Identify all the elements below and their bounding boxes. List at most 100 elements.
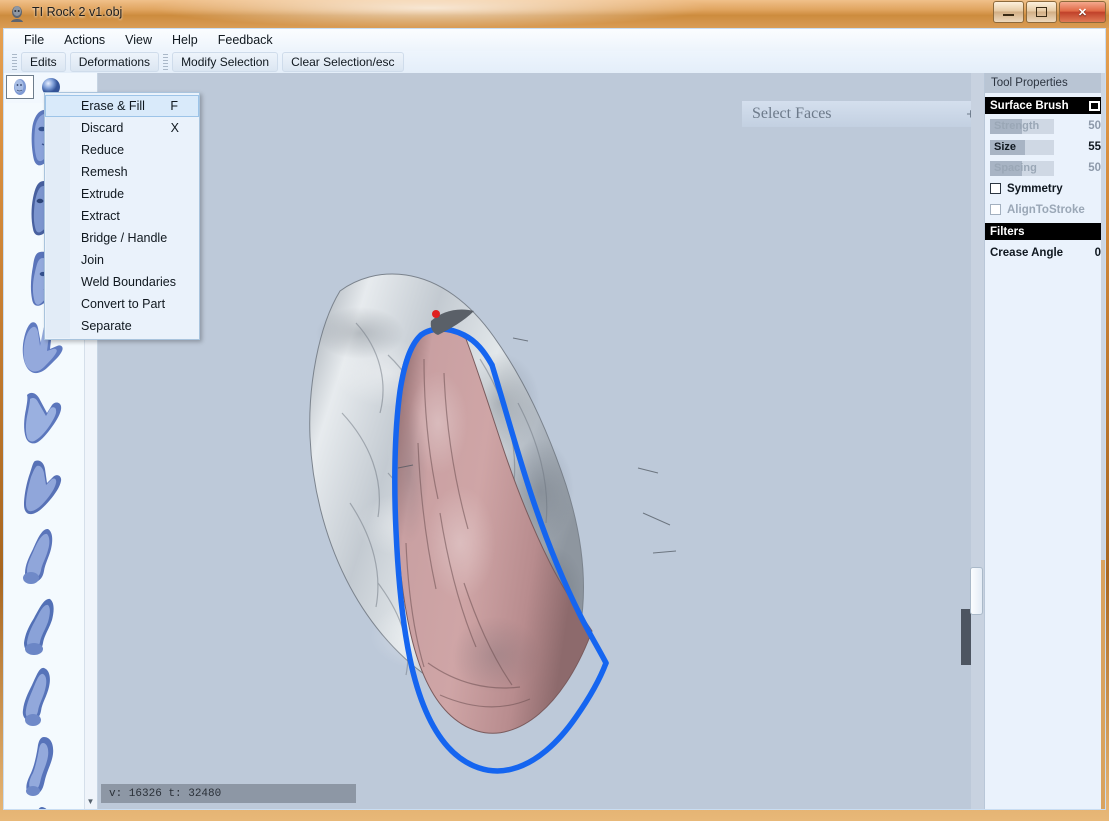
toolbar-clear-selection-button[interactable]: Clear Selection/esc	[282, 52, 403, 72]
sidebar-tab-model[interactable]	[6, 75, 34, 99]
menu-item-label: Remesh	[81, 165, 128, 179]
titlebar-glow	[150, 0, 710, 28]
surface-brush-toggle-icon[interactable]	[1089, 101, 1100, 111]
menu-file[interactable]: File	[14, 31, 54, 49]
menu-item-discard[interactable]: Discard X	[45, 117, 199, 139]
property-row-strength[interactable]: Strength 50	[985, 117, 1105, 135]
spacing-slider[interactable]: Spacing	[990, 161, 1054, 176]
surface-brush-label: Surface Brush	[990, 100, 1069, 112]
menu-item-label: Reduce	[81, 143, 124, 157]
toolbar-grip-2[interactable]	[163, 54, 168, 70]
select-faces-overlay[interactable]: Select Faces +	[742, 101, 984, 127]
menu-item-extract[interactable]: Extract	[45, 205, 199, 227]
maximize-button[interactable]	[1026, 1, 1057, 23]
menu-help[interactable]: Help	[162, 31, 208, 49]
symmetry-checkbox[interactable]	[990, 183, 1001, 194]
marker-dot	[432, 310, 440, 318]
foot-model-icon	[14, 665, 74, 731]
status-bar: v: 16326 t: 32480	[101, 784, 356, 803]
aligntostroke-label: AlignToStroke	[1007, 204, 1085, 216]
viewport-scroll-dark-segment	[961, 609, 971, 665]
menu-item-label: Join	[81, 253, 104, 267]
list-item[interactable]	[4, 593, 84, 663]
menu-item-bridge-handle[interactable]: Bridge / Handle	[45, 227, 199, 249]
strength-slider[interactable]: Strength	[990, 119, 1054, 134]
tool-properties-title: Tool Properties	[991, 77, 1068, 89]
hand-model-icon	[13, 455, 75, 521]
spacing-label: Spacing	[994, 162, 1037, 174]
strength-label: Strength	[994, 120, 1039, 132]
close-button[interactable]: ✕	[1059, 1, 1106, 23]
toolbar-grip[interactable]	[12, 54, 17, 70]
menu-item-erase-and-fill[interactable]: Erase & Fill F	[45, 95, 199, 117]
section-header-surface-brush[interactable]: Surface Brush	[985, 97, 1105, 114]
menu-item-join[interactable]: Join	[45, 249, 199, 271]
menu-item-label: Extrude	[81, 187, 124, 201]
minimize-button[interactable]	[993, 1, 1024, 23]
property-row-size[interactable]: Size 55	[985, 138, 1105, 156]
list-item[interactable]	[4, 383, 84, 453]
menu-item-label: Discard	[81, 121, 123, 135]
menu-item-weld-boundaries[interactable]: Weld Boundaries	[45, 271, 199, 293]
tool-properties-panel: Tool Properties Surface Brush Strength 5…	[984, 73, 1105, 810]
sidebar-scroll-down-arrow[interactable]: ▼	[84, 793, 97, 809]
checkbox-row-symmetry[interactable]: Symmetry	[985, 179, 1105, 198]
menu-bar: File Actions View Help Feedback	[4, 29, 1105, 51]
list-item[interactable]	[4, 453, 84, 523]
menu-item-label: Erase & Fill	[81, 99, 145, 113]
panel-edge-strip	[1101, 73, 1105, 810]
symmetry-label: Symmetry	[1007, 183, 1063, 195]
menu-item-label: Bridge / Handle	[81, 231, 167, 245]
app-icon	[8, 5, 26, 23]
hand-model-icon	[13, 385, 75, 451]
viewport-scrollbar-thumb[interactable]	[970, 567, 983, 615]
menu-actions[interactable]: Actions	[54, 31, 115, 49]
menu-item-label: Convert to Part	[81, 297, 165, 311]
toolbar-deformations-button[interactable]: Deformations	[70, 52, 159, 72]
aligntostroke-checkbox[interactable]	[990, 204, 1001, 215]
menu-item-separate[interactable]: Separate	[45, 315, 199, 337]
menu-item-reduce[interactable]: Reduce	[45, 139, 199, 161]
crease-angle-value: 0	[1077, 247, 1101, 259]
viewport-scrollbar-track[interactable]	[971, 73, 984, 810]
size-label: Size	[994, 141, 1016, 153]
edits-dropdown-menu[interactable]: Erase & Fill F Discard X Reduce Remesh E…	[44, 92, 200, 340]
list-item[interactable]	[4, 803, 84, 810]
window-title: TI Rock 2 v1.obj	[32, 5, 122, 19]
menu-item-label: Weld Boundaries	[81, 275, 176, 289]
leg-model-icon	[18, 735, 70, 801]
client-area: File Actions View Help Feedback Edits De…	[3, 28, 1106, 810]
filters-label: Filters	[990, 226, 1025, 238]
list-item[interactable]	[4, 733, 84, 803]
checkbox-row-aligntostroke[interactable]: AlignToStroke	[985, 200, 1105, 219]
tool-bar: Edits Deformations Modify Selection Clea…	[4, 51, 1105, 73]
toolbar-modify-selection-button[interactable]: Modify Selection	[172, 52, 278, 72]
foot-model-icon	[14, 595, 74, 661]
section-header-filters[interactable]: Filters	[985, 223, 1105, 240]
size-value: 55	[1077, 141, 1101, 153]
menu-view[interactable]: View	[115, 31, 162, 49]
size-slider[interactable]: Size	[990, 140, 1054, 155]
menu-item-remesh[interactable]: Remesh	[45, 161, 199, 183]
foot-model-icon	[14, 525, 74, 591]
menu-item-extrude[interactable]: Extrude	[45, 183, 199, 205]
tool-properties-header: Tool Properties	[985, 73, 1105, 93]
title-bar: TI Rock 2 v1.obj ✕	[0, 0, 1109, 28]
window-controls: ✕	[993, 1, 1106, 23]
rock-mesh-render	[98, 73, 984, 810]
crease-angle-label: Crease Angle	[990, 247, 1063, 259]
3d-viewport[interactable]: Select Faces + v: 16326 t: 32480	[98, 73, 984, 810]
property-row-crease-angle[interactable]: Crease Angle 0	[985, 244, 1105, 262]
spacing-value: 50	[1077, 162, 1101, 174]
property-row-spacing[interactable]: Spacing 50	[985, 159, 1105, 177]
menu-item-convert-to-part[interactable]: Convert to Part	[45, 293, 199, 315]
menu-item-shortcut: X	[171, 121, 179, 135]
toolbar-edits-button[interactable]: Edits	[21, 52, 66, 72]
list-item[interactable]	[4, 523, 84, 593]
menu-item-shortcut: F	[170, 99, 178, 113]
list-item[interactable]	[4, 663, 84, 733]
head-thumbnail-icon	[8, 77, 32, 97]
menu-item-label: Extract	[81, 209, 120, 223]
menu-feedback[interactable]: Feedback	[208, 31, 283, 49]
application-window: TI Rock 2 v1.obj ✕ File Actions View Hel…	[0, 0, 1109, 821]
